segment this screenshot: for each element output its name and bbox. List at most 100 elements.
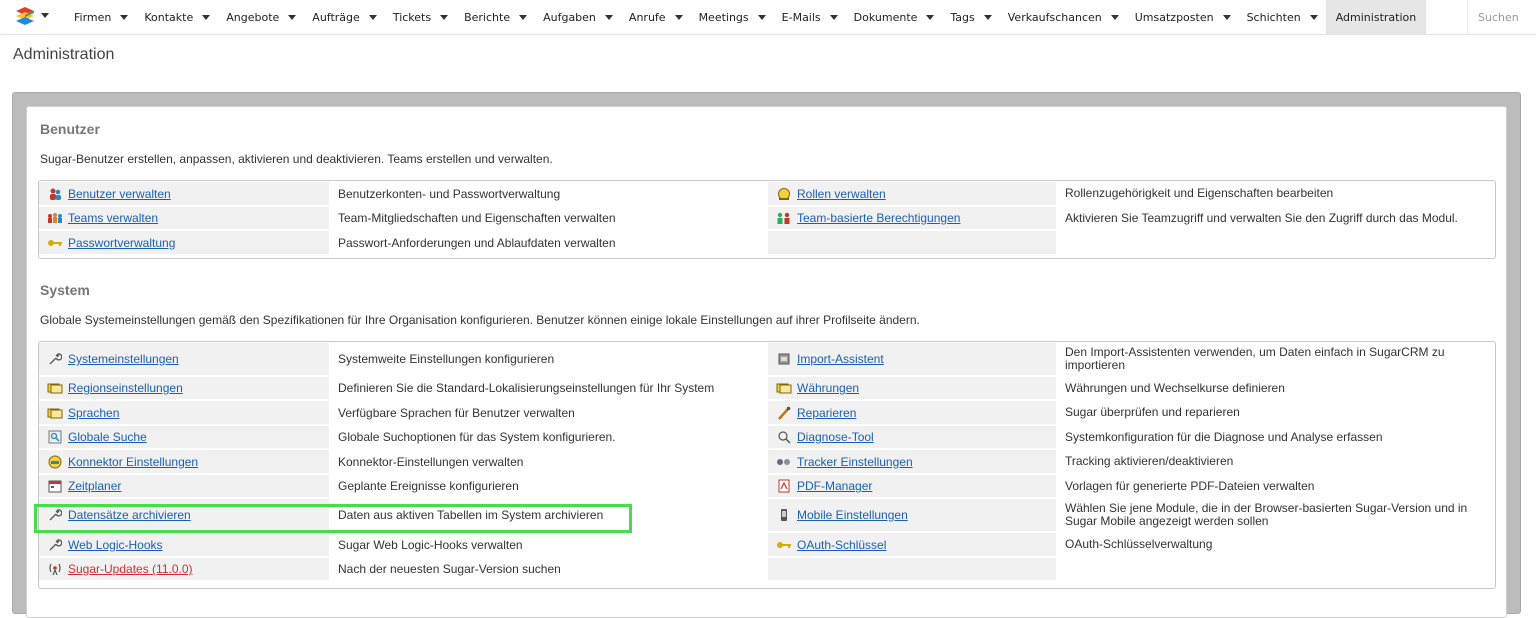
description-cell: Konnektor-Einstellungen verwalten bbox=[330, 450, 767, 473]
nav-tab-administration[interactable]: Administration bbox=[1325, 0, 1427, 34]
chevron-down-icon[interactable] bbox=[368, 14, 377, 20]
chevron-down-icon[interactable] bbox=[674, 14, 683, 20]
link-description: Systemkonfiguration für die Diagnose und… bbox=[1065, 429, 1383, 444]
admin-link[interactable]: Web Logic-Hooks bbox=[68, 538, 163, 552]
chevron-down-icon[interactable] bbox=[926, 14, 935, 20]
admin-link[interactable]: Import-Assistent bbox=[797, 352, 884, 366]
chevron-down-icon[interactable] bbox=[202, 14, 211, 20]
nav-tab-11[interactable]: Tags bbox=[942, 0, 999, 34]
nav-tab-9[interactable]: E-Mails bbox=[774, 0, 846, 34]
table-row: Sprachen Verfügbare Sprachen für Benutzer… bbox=[39, 401, 1495, 424]
nav-tab-10[interactable]: Dokumente bbox=[846, 0, 943, 34]
chevron-down-icon[interactable] bbox=[519, 14, 528, 20]
nav-tab-14[interactable]: Schichten bbox=[1239, 0, 1326, 34]
nav-tab-label: Tickets bbox=[392, 10, 432, 24]
chevron-down-icon[interactable] bbox=[757, 14, 766, 20]
nav-tab-2[interactable]: Angebote bbox=[218, 0, 304, 34]
description-cell: Vorlagen für generierte PDF-Dateien verw… bbox=[1057, 475, 1494, 497]
chevron-down-icon[interactable] bbox=[1222, 14, 1231, 20]
description-cell: Den Import-Assistenten verwenden, um Dat… bbox=[1057, 343, 1494, 375]
tracker-icon bbox=[776, 454, 792, 470]
nav-tab-label: Schichten bbox=[1246, 10, 1301, 24]
description-cell: Sugar Web Logic-Hooks verwalten bbox=[330, 533, 767, 556]
admin-link[interactable]: Konnektor Einstellungen bbox=[68, 455, 198, 469]
table-row: Benutzer verwalten Benutzerkonten- und Pa… bbox=[39, 182, 1495, 205]
admin-link[interactable]: Regionseinstellungen bbox=[68, 381, 183, 395]
admin-link[interactable]: Währungen bbox=[797, 381, 859, 395]
logo-chevron-down-icon[interactable] bbox=[41, 13, 49, 18]
nav-tab-label: Angebote bbox=[226, 10, 280, 24]
highlight-box bbox=[34, 504, 632, 533]
nav-tab-0[interactable]: Firmen bbox=[66, 0, 136, 34]
link-cell: PDF-Manager bbox=[768, 475, 1056, 497]
admin-link[interactable]: Diagnose-Tool bbox=[797, 430, 874, 444]
repair-icon bbox=[776, 405, 792, 421]
search-input[interactable]: Suchen bbox=[1467, 0, 1536, 34]
description-cell: Tracking aktivieren/deaktivieren bbox=[1057, 450, 1494, 473]
wrench-icon bbox=[47, 351, 63, 367]
admin-link[interactable]: Systemeinstellungen bbox=[68, 352, 179, 366]
admin-link[interactable]: Sprachen bbox=[68, 406, 119, 420]
chevron-down-icon[interactable] bbox=[1110, 14, 1119, 20]
link-cell: Reparieren bbox=[768, 401, 1056, 424]
admin-link[interactable]: Mobile Einstellungen bbox=[797, 508, 908, 522]
admin-link[interactable]: Benutzer verwalten bbox=[68, 187, 171, 201]
description-cell: Team-Mitgliedschaften und Eigenschaften … bbox=[330, 207, 767, 229]
description-cell bbox=[1057, 558, 1494, 580]
link-cell: Team-basierte Berechtigungen bbox=[768, 207, 1056, 229]
admin-link[interactable]: Sugar-Updates (11.0.0) bbox=[68, 562, 193, 576]
description-cell: Passwort-Anforderungen und Ablaufdaten v… bbox=[330, 231, 767, 254]
link-description: Definieren Sie die Standard-Lokalisierun… bbox=[338, 381, 715, 395]
wrench-icon bbox=[47, 537, 63, 553]
nav-tab-6[interactable]: Aufgaben bbox=[535, 0, 621, 34]
admin-link[interactable]: Tracker Einstellungen bbox=[797, 455, 913, 469]
benutzer-table: Benutzer verwalten Benutzerkonten- und Pa… bbox=[38, 180, 1496, 259]
page-title: Administration bbox=[13, 46, 115, 63]
chevron-down-icon[interactable] bbox=[1309, 14, 1318, 20]
system-table: Systemeinstellungen Systemweite Einstellu… bbox=[38, 341, 1496, 589]
admin-link[interactable]: Zeitplaner bbox=[68, 479, 121, 493]
link-cell: Passwortverwaltung bbox=[39, 231, 329, 254]
chevron-down-icon[interactable] bbox=[604, 14, 613, 20]
admin-link[interactable]: PDF-Manager bbox=[797, 479, 872, 493]
link-cell: Benutzer verwalten bbox=[39, 182, 329, 205]
admin-link[interactable]: Teams verwalten bbox=[68, 211, 158, 225]
teams-icon bbox=[47, 210, 63, 226]
sugar-logo-icon[interactable] bbox=[14, 5, 36, 27]
chevron-down-icon[interactable] bbox=[120, 14, 129, 20]
link-cell: Mobile Einstellungen bbox=[768, 499, 1056, 531]
link-cell: Tracker Einstellungen bbox=[768, 450, 1056, 473]
nav-tab-13[interactable]: Umsatzposten bbox=[1127, 0, 1239, 34]
chevron-down-icon[interactable] bbox=[983, 14, 992, 20]
link-description: Team-Mitgliedschaften und Eigenschaften … bbox=[338, 211, 616, 225]
team-permissions-icon bbox=[776, 210, 792, 226]
nav-tab-4[interactable]: Tickets bbox=[385, 0, 456, 34]
nav-tab-1[interactable]: Kontakte bbox=[136, 0, 218, 34]
section-title-benutzer: Benutzer bbox=[40, 121, 100, 137]
nav-tab-8[interactable]: Meetings bbox=[691, 0, 774, 34]
nav-tab-5[interactable]: Berichte bbox=[456, 0, 535, 34]
admin-link[interactable]: Rollen verwalten bbox=[797, 187, 886, 201]
chevron-down-icon[interactable] bbox=[829, 14, 838, 20]
description-cell: Nach der neuesten Sugar-Version suchen bbox=[330, 558, 767, 580]
description-cell: Definieren Sie die Standard-Lokalisierun… bbox=[330, 377, 767, 399]
link-cell: Globale Suche bbox=[39, 426, 329, 448]
link-description: Konnektor-Einstellungen verwalten bbox=[338, 454, 524, 469]
chevron-down-icon[interactable] bbox=[440, 14, 449, 20]
admin-link[interactable]: Reparieren bbox=[797, 406, 856, 420]
link-description: Globale Suchoptionen für das System konf… bbox=[338, 430, 616, 444]
link-cell: Sprachen bbox=[39, 401, 329, 424]
nav-tab-12[interactable]: Verkaufschancen bbox=[1000, 0, 1127, 34]
admin-link[interactable]: OAuth-Schlüssel bbox=[797, 538, 886, 552]
admin-link[interactable]: Team-basierte Berechtigungen bbox=[797, 211, 960, 225]
nav-tab-label: Dokumente bbox=[853, 10, 918, 24]
table-row: Konnektor Einstellungen Konnektor-Einstel… bbox=[39, 450, 1495, 473]
description-cell: Globale Suchoptionen für das System konf… bbox=[330, 426, 767, 448]
nav-tab-3[interactable]: Aufträge bbox=[304, 0, 385, 34]
currency-icon bbox=[776, 380, 792, 396]
chevron-down-icon[interactable] bbox=[288, 14, 297, 20]
nav-tab-7[interactable]: Anrufe bbox=[621, 0, 691, 34]
admin-link[interactable]: Passwortverwaltung bbox=[68, 236, 175, 250]
link-description: Wählen Sie jene Module, die in der Brows… bbox=[1065, 501, 1468, 528]
admin-link[interactable]: Globale Suche bbox=[68, 430, 147, 444]
